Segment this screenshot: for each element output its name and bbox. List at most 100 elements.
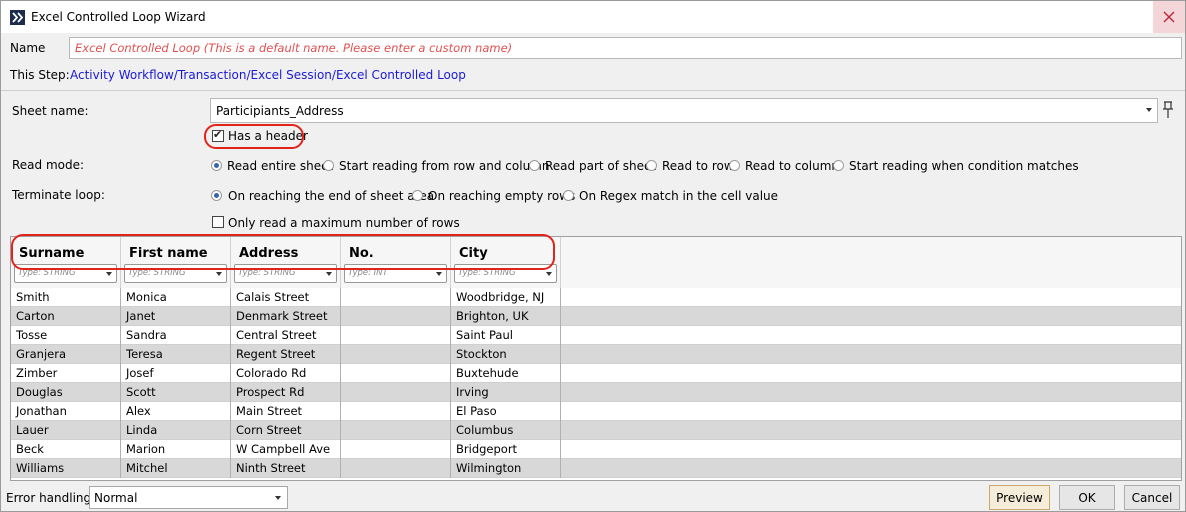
radio-read-to-row[interactable] <box>646 160 657 171</box>
table-cell[interactable]: Ninth Street <box>231 459 341 478</box>
table-cell[interactable]: Columbus <box>451 421 561 440</box>
table-cell[interactable]: Sandra <box>121 326 231 345</box>
radio-empty-rows[interactable] <box>412 190 423 201</box>
read-mode-label: Read mode: <box>12 158 85 172</box>
table-cell[interactable] <box>341 459 451 478</box>
table-cell[interactable]: Tosse <box>11 326 121 345</box>
chevron-down-icon <box>1146 108 1152 112</box>
table-cell[interactable]: Linda <box>121 421 231 440</box>
table-cell[interactable]: Woodbridge, NJ <box>451 288 561 307</box>
table-row[interactable]: Beck Marion W Campbell Ave Bridgeport <box>11 440 1181 459</box>
table-cell[interactable] <box>341 440 451 459</box>
table-cell[interactable]: Granjera <box>11 345 121 364</box>
table-cell[interactable]: Denmark Street <box>231 307 341 326</box>
table-cell[interactable]: Irving <box>451 383 561 402</box>
table-row[interactable]: Douglas Scott Prospect Rd Irving <box>11 383 1181 402</box>
table-cell[interactable]: Beck <box>11 440 121 459</box>
radio-start-when-condition[interactable] <box>833 160 844 171</box>
table-cell[interactable]: Corn Street <box>231 421 341 440</box>
table-cell[interactable]: Stockton <box>451 345 561 364</box>
radio-read-to-column[interactable] <box>729 160 740 171</box>
radio-end-of-sheet[interactable] <box>211 190 222 201</box>
radio-read-entire-sheet[interactable] <box>211 160 222 171</box>
name-input[interactable]: Excel Controlled Loop (This is a default… <box>69 37 1182 59</box>
table-cell[interactable]: Main Street <box>231 402 341 421</box>
table-cell[interactable]: Jonathan <box>11 402 121 421</box>
table-cell[interactable]: Buxtehude <box>451 364 561 383</box>
chevron-down-icon <box>275 496 281 500</box>
close-icon <box>1163 11 1175 23</box>
read-mode-option: Read to row <box>662 159 734 173</box>
table-cell[interactable]: Mitchel <box>121 459 231 478</box>
table-cell[interactable]: Zimber <box>11 364 121 383</box>
table-cell[interactable]: Scott <box>121 383 231 402</box>
table-cell[interactable]: Lauer <box>11 421 121 440</box>
table-row[interactable]: Lauer Linda Corn Street Columbus <box>11 421 1181 440</box>
table-cell[interactable] <box>341 383 451 402</box>
max-rows-label: Only read a maximum number of rows <box>228 216 460 230</box>
max-rows-checkbox[interactable] <box>212 216 224 228</box>
pin-icon[interactable] <box>1160 101 1176 119</box>
error-handling-value: Normal <box>94 491 138 505</box>
title-bar: Excel Controlled Loop Wizard <box>1 1 1185 33</box>
table-row[interactable]: Granjera Teresa Regent Street Stockton <box>11 345 1181 364</box>
radio-regex-match[interactable] <box>563 190 574 201</box>
column-header-highlight <box>11 234 555 270</box>
radio-read-part-of-sheet[interactable] <box>529 160 540 171</box>
table-cell[interactable]: Douglas <box>11 383 121 402</box>
table-cell[interactable]: Marion <box>121 440 231 459</box>
error-handling-label: Error handling: <box>6 491 96 505</box>
table-cell[interactable]: Smith <box>11 288 121 307</box>
table-cell[interactable]: Brighton, UK <box>451 307 561 326</box>
has-header-highlight <box>204 124 304 149</box>
table-cell[interactable]: Colorado Rd <box>231 364 341 383</box>
table-cell[interactable]: Wilmington <box>451 459 561 478</box>
table-cell[interactable]: Josef <box>121 364 231 383</box>
table-cell[interactable]: Regent Street <box>231 345 341 364</box>
cancel-button[interactable]: Cancel <box>1124 485 1180 510</box>
radio-start-reading-from-row-col[interactable] <box>323 160 334 171</box>
close-button[interactable] <box>1153 1 1185 33</box>
name-label: Name <box>10 41 46 55</box>
read-mode-option: Start reading when condition matches <box>849 159 1079 173</box>
table-row[interactable]: Tosse Sandra Central Street Saint Paul <box>11 326 1181 345</box>
sheet-name-value: Participiants_Address <box>216 104 344 118</box>
table-row[interactable]: Williams Mitchel Ninth Street Wilmington <box>11 459 1181 478</box>
window-title: Excel Controlled Loop Wizard <box>31 10 206 24</box>
table-cell[interactable]: Janet <box>121 307 231 326</box>
table-cell[interactable] <box>341 288 451 307</box>
sheet-name-label: Sheet name: <box>12 104 89 118</box>
sheet-name-select[interactable]: Participiants_Address <box>210 98 1158 123</box>
step-path-link[interactable]: Activity Workflow/Transaction/Excel Sess… <box>70 68 466 82</box>
read-mode-option: Read entire sheet <box>227 159 334 173</box>
table-cell[interactable]: Monica <box>121 288 231 307</box>
table-cell[interactable]: Saint Paul <box>451 326 561 345</box>
table-cell[interactable]: Calais Street <box>231 288 341 307</box>
preview-button[interactable]: Preview <box>989 485 1050 510</box>
table-cell[interactable]: Alex <box>121 402 231 421</box>
table-cell[interactable]: Carton <box>11 307 121 326</box>
table-row[interactable]: Zimber Josef Colorado Rd Buxtehude <box>11 364 1181 383</box>
table-cell[interactable]: Central Street <box>231 326 341 345</box>
table-row[interactable]: Smith Monica Calais Street Woodbridge, NJ <box>11 288 1181 307</box>
table-cell[interactable]: Bridgeport <box>451 440 561 459</box>
table-cell[interactable] <box>341 421 451 440</box>
table-row[interactable]: Carton Janet Denmark Street Brighton, UK <box>11 307 1181 326</box>
table-cell[interactable] <box>341 307 451 326</box>
table-cell[interactable]: Prospect Rd <box>231 383 341 402</box>
table-cell[interactable]: W Campbell Ave <box>231 440 341 459</box>
ok-button[interactable]: OK <box>1059 485 1115 510</box>
read-mode-option: Read to column <box>745 159 840 173</box>
table-cell[interactable] <box>341 345 451 364</box>
data-grid: Surname Type: STRING First name Type: ST… <box>10 236 1182 481</box>
terminate-option: On reaching the end of sheet area <box>228 189 435 203</box>
table-row[interactable]: Jonathan Alex Main Street El Paso <box>11 402 1181 421</box>
table-cell[interactable] <box>341 326 451 345</box>
table-cell[interactable] <box>341 402 451 421</box>
app-logo-icon <box>10 10 25 25</box>
error-handling-select[interactable]: Normal <box>89 486 288 509</box>
table-cell[interactable] <box>341 364 451 383</box>
table-cell[interactable]: Williams <box>11 459 121 478</box>
table-cell[interactable]: Teresa <box>121 345 231 364</box>
table-cell[interactable]: El Paso <box>451 402 561 421</box>
